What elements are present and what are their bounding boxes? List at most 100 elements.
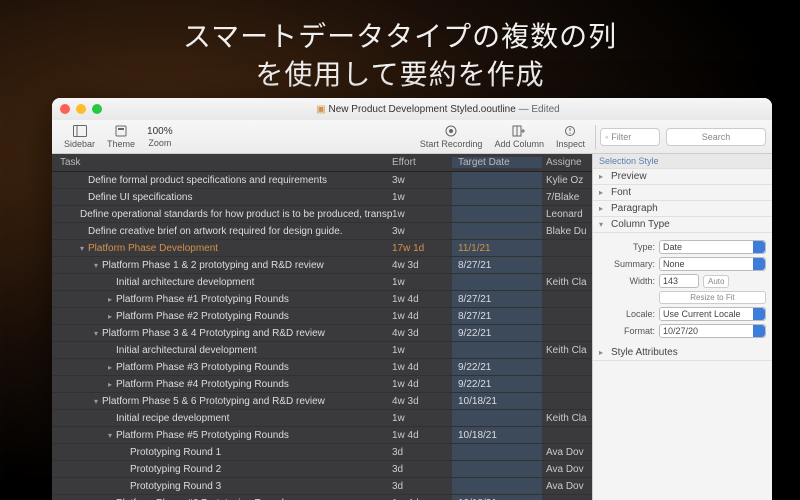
- inspector-style-attributes-section[interactable]: ▸Style Attributes: [593, 345, 772, 361]
- date-cell: [452, 410, 542, 426]
- col-header-effort[interactable]: Effort: [392, 157, 452, 168]
- outline-view[interactable]: Task Effort Target Date Assigne Define f…: [52, 154, 592, 500]
- task-text: Define creative brief on artwork require…: [88, 226, 343, 237]
- disclosure-triangle-icon[interactable]: ▸: [106, 380, 114, 389]
- theme-button[interactable]: Theme: [101, 124, 141, 149]
- type-select[interactable]: Date: [659, 240, 766, 254]
- outline-row[interactable]: Initial architectural development1wKeith…: [52, 342, 592, 359]
- date-cell: 11/1/21: [452, 240, 542, 256]
- inspector-paragraph-section[interactable]: ▸Paragraph: [593, 201, 772, 217]
- outline-row[interactable]: ▾Platform Phase Development17w 1d11/1/21: [52, 240, 592, 257]
- search-input[interactable]: Search: [666, 128, 766, 146]
- resize-to-fit-button[interactable]: Resize to Fit: [659, 291, 766, 304]
- disclosure-triangle-icon[interactable]: ▾: [106, 431, 114, 440]
- inspector-preview-section[interactable]: ▸Preview: [593, 169, 772, 185]
- outline-row[interactable]: Define operational standards for how pro…: [52, 206, 592, 223]
- effort-cell: 1w: [392, 277, 452, 288]
- add-column-button[interactable]: Add Column: [488, 124, 550, 149]
- outline-row[interactable]: Define creative brief on artwork require…: [52, 223, 592, 240]
- outline-row[interactable]: Define formal product specifications and…: [52, 172, 592, 189]
- toolbar: Sidebar Theme 100% Zoom Start Recording …: [52, 120, 772, 154]
- assignee-cell: Keith Cla: [542, 413, 592, 424]
- disclosure-triangle-icon[interactable]: ▸: [106, 295, 114, 304]
- date-cell: 8/27/21: [452, 257, 542, 273]
- col-header-target-date[interactable]: Target Date: [452, 157, 542, 168]
- effort-cell: 1w: [392, 345, 452, 356]
- disclosure-icon: ▾: [599, 220, 607, 229]
- outline-row[interactable]: ▸Platform Phase #1 Prototyping Rounds1w …: [52, 291, 592, 308]
- inspect-button[interactable]: Inspect: [550, 124, 591, 149]
- sidebar-button[interactable]: Sidebar: [58, 124, 101, 149]
- auto-button[interactable]: Auto: [703, 275, 729, 288]
- assignee-cell: Keith Cla: [542, 277, 592, 288]
- zoom-icon[interactable]: [92, 104, 102, 114]
- add-column-icon: [512, 124, 526, 138]
- outline-row[interactable]: ▾Platform Phase #5 Prototyping Rounds1w …: [52, 427, 592, 444]
- date-cell: 10/18/21: [452, 427, 542, 443]
- inspector-font-section[interactable]: ▸Font: [593, 185, 772, 201]
- date-cell: 10/18/21: [452, 495, 542, 500]
- outline-row[interactable]: ▸Platform Phase #3 Prototyping Rounds1w …: [52, 359, 592, 376]
- date-cell: [452, 444, 542, 460]
- format-select[interactable]: 10/27/20: [659, 324, 766, 338]
- disclosure-icon: ▸: [599, 204, 607, 213]
- outline-row[interactable]: Initial recipe development1wKeith Cla: [52, 410, 592, 427]
- task-text: Platform Phase #4 Prototyping Rounds: [116, 379, 289, 390]
- outline-row[interactable]: ▸Platform Phase #2 Prototyping Rounds1w …: [52, 308, 592, 325]
- task-text: Define operational standards for how pro…: [80, 209, 392, 220]
- col-header-assignee[interactable]: Assigne: [542, 157, 592, 168]
- col-header-task[interactable]: Task: [52, 157, 392, 168]
- minimize-icon[interactable]: [76, 104, 86, 114]
- effort-cell: 1w 4d: [392, 362, 452, 373]
- date-cell: [452, 274, 542, 290]
- filter-input[interactable]: ◦ Filter: [600, 128, 660, 146]
- date-cell: 9/22/21: [452, 376, 542, 392]
- disclosure-triangle-icon[interactable]: ▾: [92, 329, 100, 338]
- date-cell: 9/22/21: [452, 359, 542, 375]
- disclosure-triangle-icon[interactable]: ▾: [92, 261, 100, 270]
- outline-row[interactable]: Define UI specifications1w7/Blake: [52, 189, 592, 206]
- zoom-control[interactable]: 100% Zoom: [141, 126, 179, 148]
- outline-row[interactable]: ▾Platform Phase 3 & 4 Prototyping and R&…: [52, 325, 592, 342]
- app-window: ▣ New Product Development Styled.ooutlin…: [52, 98, 772, 500]
- disclosure-triangle-icon[interactable]: ▾: [92, 397, 100, 406]
- inspector-column-type-section[interactable]: ▾Column Type: [593, 217, 772, 233]
- traffic-lights: [60, 104, 102, 114]
- effort-cell: 4w 3d: [392, 260, 452, 271]
- task-text: Platform Phase 3 & 4 Prototyping and R&D…: [102, 328, 325, 339]
- outline-row[interactable]: ▸Platform Phase #4 Prototyping Rounds1w …: [52, 376, 592, 393]
- outline-row[interactable]: ▾Platform Phase 5 & 6 Prototyping and R&…: [52, 393, 592, 410]
- task-text: Define formal product specifications and…: [88, 175, 327, 186]
- inspector-panel: Selection Style ▸Preview ▸Font ▸Paragrap…: [592, 154, 772, 500]
- locale-select[interactable]: Use Current Locale: [659, 307, 766, 321]
- disclosure-triangle-icon[interactable]: ▾: [78, 244, 86, 253]
- inspector-header: Selection Style: [593, 154, 772, 169]
- start-recording-button[interactable]: Start Recording: [414, 124, 489, 149]
- summary-select[interactable]: None: [659, 257, 766, 271]
- summary-label: Summary:: [611, 259, 655, 269]
- disclosure-triangle-icon[interactable]: ▸: [106, 312, 114, 321]
- effort-cell: 1w 4d: [392, 294, 452, 305]
- disclosure-icon: ▸: [599, 188, 607, 197]
- date-cell: [452, 223, 542, 239]
- outline-row[interactable]: ▾Platform Phase 1 & 2 prototyping and R&…: [52, 257, 592, 274]
- outline-row[interactable]: Initial architecture development1wKeith …: [52, 274, 592, 291]
- effort-cell: 1w 4d: [392, 430, 452, 441]
- outline-row[interactable]: Prototyping Round 23dAva Dov: [52, 461, 592, 478]
- outline-row[interactable]: ▸Platform Phase #6 Prototyping Rounds1w …: [52, 495, 592, 500]
- close-icon[interactable]: [60, 104, 70, 114]
- disclosure-triangle-icon[interactable]: ▸: [106, 363, 114, 372]
- effort-cell: 1w: [392, 192, 452, 203]
- date-cell: 8/27/21: [452, 308, 542, 324]
- task-text: Prototyping Round 1: [130, 447, 221, 458]
- assignee-cell: Kylie Oz: [542, 175, 592, 186]
- outline-row[interactable]: Prototyping Round 13dAva Dov: [52, 444, 592, 461]
- outline-row[interactable]: Prototyping Round 33dAva Dov: [52, 478, 592, 495]
- task-text: Initial architectural development: [116, 345, 257, 356]
- effort-cell: 4w 3d: [392, 396, 452, 407]
- effort-cell: 3w: [392, 175, 452, 186]
- date-cell: [452, 189, 542, 205]
- width-input[interactable]: 143: [659, 274, 699, 288]
- task-text: Platform Phase 1 & 2 prototyping and R&D…: [102, 260, 324, 271]
- assignee-cell: Ava Dov: [542, 464, 592, 475]
